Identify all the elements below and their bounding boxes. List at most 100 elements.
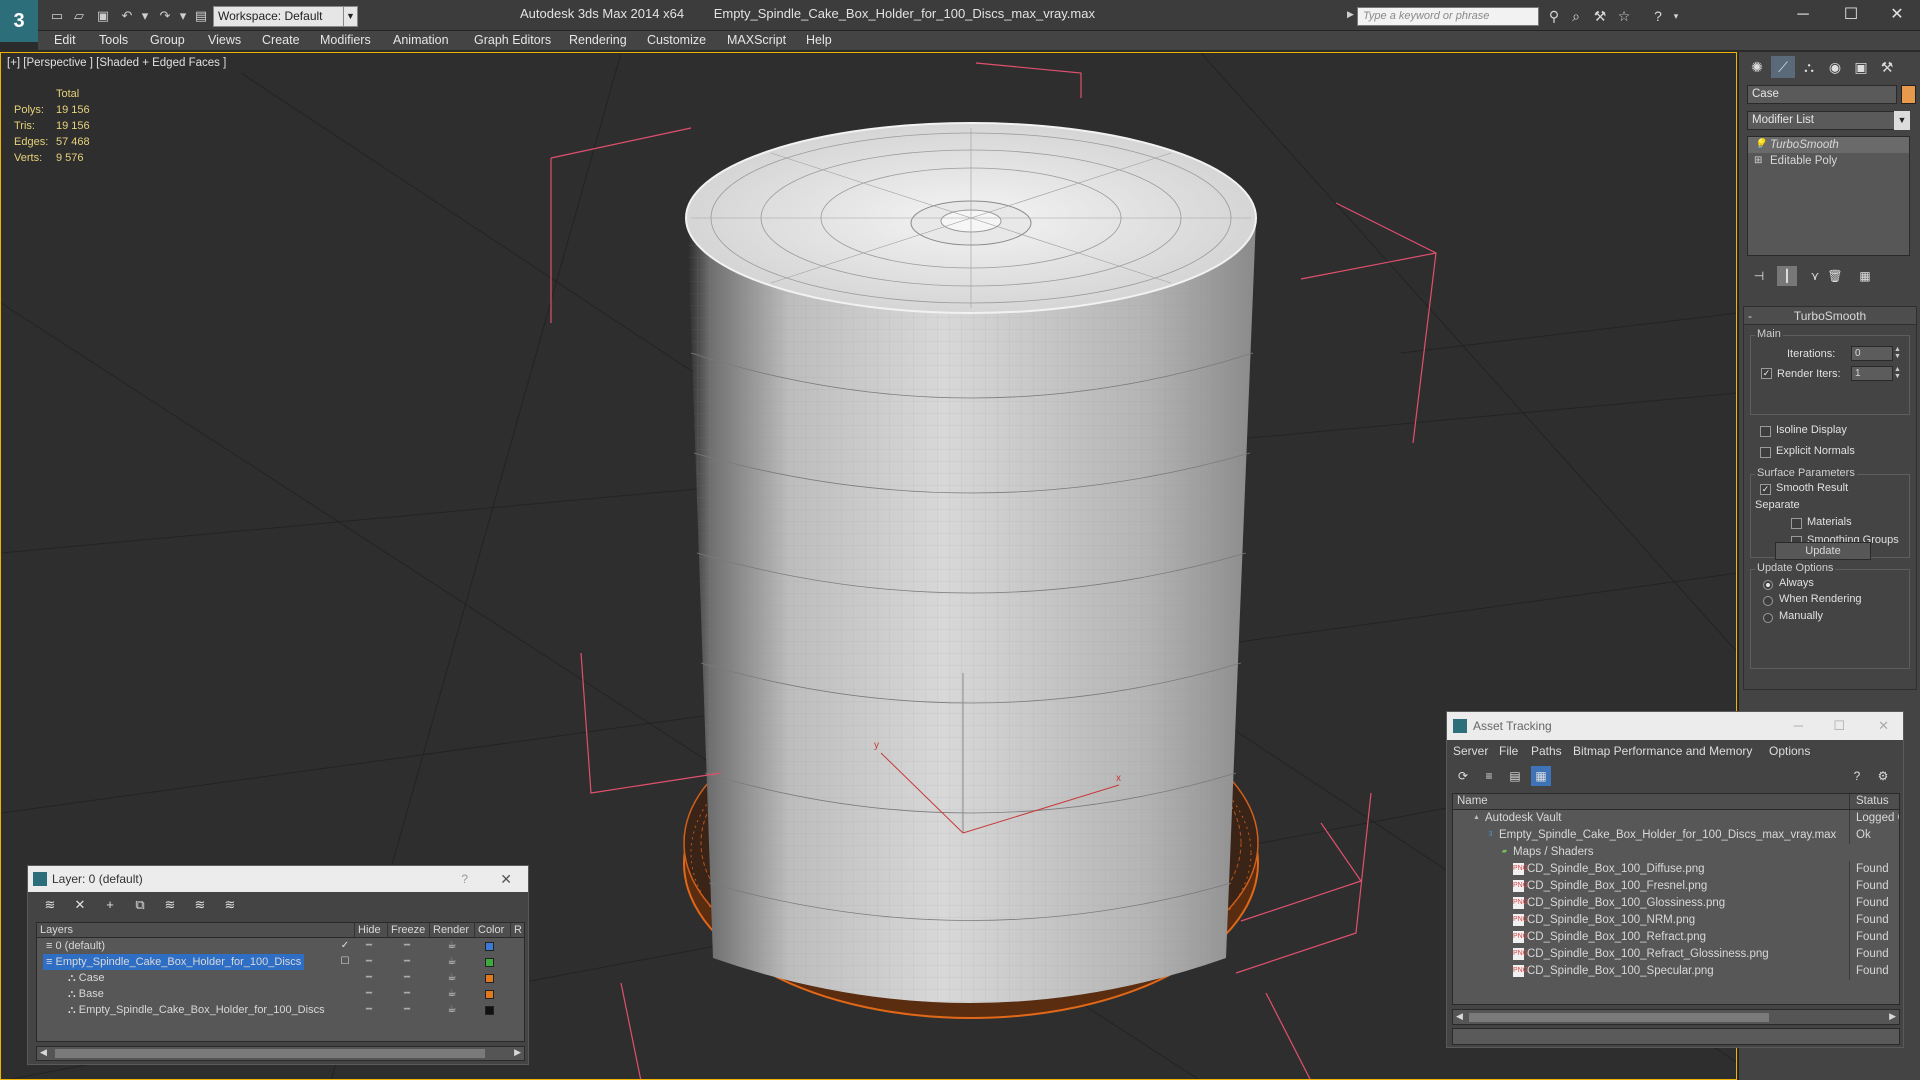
hide-toggle[interactable]: ━: [359, 954, 379, 970]
render-iters-spinner[interactable]: 1: [1851, 366, 1893, 381]
refresh-icon[interactable]: ⟳: [1453, 766, 1473, 786]
materials-checkbox[interactable]: [1791, 518, 1802, 529]
app-logo-icon[interactable]: 3: [0, 0, 38, 42]
modify-tab-icon[interactable]: ⟋: [1771, 56, 1795, 78]
menu-maxscript[interactable]: MAXScript: [727, 33, 786, 47]
column-header[interactable]: Freeze: [387, 923, 425, 937]
active-layer-mark[interactable]: ✓: [335, 938, 355, 954]
layer-color-swatch[interactable]: [485, 1006, 494, 1015]
close-icon[interactable]: ✕: [1874, 0, 1920, 30]
menu-animation[interactable]: Animation: [393, 33, 449, 47]
column-header[interactable]: Color: [474, 923, 504, 937]
spinner-arrows-icon[interactable]: ▲ ▼: [1894, 366, 1901, 380]
render-teapot-icon[interactable]: ☕: [442, 1002, 462, 1018]
viewport-label[interactable]: [+] [Perspective ] [Shaded + Edged Faces…: [7, 57, 226, 69]
chevron-down-icon[interactable]: ▼: [1894, 111, 1910, 130]
save-file-icon[interactable]: ▣: [94, 7, 112, 25]
render-teapot-icon[interactable]: ☕: [442, 986, 462, 1002]
hide-all-icon[interactable]: ≋: [190, 896, 210, 914]
menu-edit[interactable]: Edit: [54, 33, 76, 47]
layer-color-swatch[interactable]: [485, 942, 494, 951]
rollout-header[interactable]: - TurboSmooth: [1744, 307, 1916, 325]
horizontal-scrollbar[interactable]: ◀ ▶: [1452, 1009, 1900, 1025]
menu-help[interactable]: Help: [806, 33, 832, 47]
scroll-left-icon[interactable]: ◀: [1456, 1011, 1463, 1022]
list-view-icon[interactable]: ≡: [1479, 766, 1499, 786]
search-input[interactable]: Type a keyword or phrase: [1357, 7, 1539, 26]
table-view-icon[interactable]: ▤: [1505, 766, 1525, 786]
help-icon[interactable]: ?: [1648, 7, 1668, 25]
pin-stack-icon[interactable]: ⊣: [1749, 266, 1769, 286]
new-file-icon[interactable]: ▭: [48, 7, 66, 25]
asset-row[interactable]: PNGCD_Spindle_Box_100_Refract_Glossiness…: [1453, 946, 1899, 963]
grid-view-icon[interactable]: ▦: [1531, 766, 1551, 786]
layer-color-swatch[interactable]: [485, 990, 494, 999]
manually-radio[interactable]: [1763, 613, 1773, 623]
when-rendering-radio[interactable]: [1763, 596, 1773, 606]
asset-row[interactable]: PNGCD_Spindle_Box_100_Refract.png Found: [1453, 929, 1899, 946]
freeze-toggle[interactable]: ━: [397, 938, 417, 954]
hide-toggle[interactable]: ━: [359, 938, 379, 954]
menu-customize[interactable]: Customize: [647, 33, 706, 47]
redo-icon[interactable]: ↷: [156, 7, 174, 25]
render-teapot-icon[interactable]: ☕: [442, 954, 462, 970]
minimize-icon[interactable]: ─: [1780, 0, 1826, 30]
delete-layer-icon[interactable]: ✕: [70, 896, 90, 914]
motion-tab-icon[interactable]: ◉: [1823, 56, 1847, 78]
display-tab-icon[interactable]: ▣: [1849, 56, 1873, 78]
workspace-select[interactable]: Workspace: Default ▼: [213, 6, 358, 27]
always-radio[interactable]: [1763, 580, 1773, 590]
undo-icon[interactable]: ↶: [118, 7, 136, 25]
column-header-status[interactable]: Status: [1849, 794, 1889, 809]
asset-row[interactable]: PNGCD_Spindle_Box_100_Glossiness.png Foun…: [1453, 895, 1899, 912]
menu-graph-editors[interactable]: Graph Editors: [474, 33, 551, 47]
show-end-result-icon[interactable]: ┃: [1777, 266, 1797, 286]
layer-color-swatch[interactable]: [485, 974, 494, 983]
asset-menu-bitmap-performance[interactable]: Bitmap Performance and Memory: [1573, 744, 1752, 758]
modifier-list-dropdown[interactable]: Modifier List: [1747, 111, 1910, 130]
dialog-title-bar[interactable]: Asset Tracking ─ ☐ ✕: [1447, 712, 1903, 740]
hide-toggle[interactable]: ━: [359, 986, 379, 1002]
freeze-toggle[interactable]: ━: [397, 1002, 417, 1018]
column-header[interactable]: Layers: [37, 923, 73, 937]
asset-menu-server[interactable]: Server: [1453, 744, 1488, 758]
scroll-right-icon[interactable]: ▶: [514, 1047, 521, 1058]
render-teapot-icon[interactable]: ☕: [442, 970, 462, 986]
freeze-all-icon[interactable]: ≋: [220, 896, 240, 914]
make-unique-icon[interactable]: ⋎: [1805, 266, 1825, 286]
render-iters-checkbox[interactable]: ✓: [1761, 368, 1772, 379]
remove-modifier-icon[interactable]: 🗑: [1825, 266, 1845, 286]
hierarchy-tab-icon[interactable]: ⛬: [1797, 56, 1821, 78]
create-layer-icon[interactable]: ≋: [40, 896, 60, 914]
layer-row[interactable]: ⛬ Base ━ ━ ☕: [37, 986, 524, 1002]
hide-toggle[interactable]: ━: [359, 970, 379, 986]
search-expand-icon[interactable]: ▶: [1347, 9, 1354, 20]
column-header[interactable]: R: [510, 923, 522, 937]
collapse-icon[interactable]: -: [1748, 307, 1752, 325]
spinner-arrows-icon[interactable]: ▲ ▼: [1894, 346, 1901, 360]
chevron-down-icon[interactable]: ▼: [343, 7, 357, 26]
scroll-right-icon[interactable]: ▶: [1889, 1011, 1896, 1022]
settings-icon[interactable]: ⚙: [1873, 766, 1893, 786]
asset-menu-paths[interactable]: Paths: [1531, 744, 1562, 758]
column-header-name[interactable]: Name: [1457, 794, 1488, 809]
asset-row[interactable]: ▰ Maps / Shaders: [1453, 844, 1899, 861]
menu-views[interactable]: Views: [208, 33, 241, 47]
redo-dropdown-icon[interactable]: ▾: [174, 7, 192, 25]
maximize-icon[interactable]: ☐: [1833, 712, 1845, 740]
render-teapot-icon[interactable]: ☕: [442, 938, 462, 954]
help-icon[interactable]: ?: [1847, 766, 1867, 786]
select-objects-icon[interactable]: ⧉: [130, 896, 150, 914]
open-file-icon[interactable]: ▱: [70, 7, 88, 25]
asset-menu-file[interactable]: File: [1499, 744, 1518, 758]
stack-item-editable-poly[interactable]: ⊞ Editable Poly: [1748, 153, 1909, 169]
freeze-toggle[interactable]: ━: [397, 986, 417, 1002]
menu-group[interactable]: Group: [150, 33, 185, 47]
maximize-icon[interactable]: ☐: [1828, 0, 1874, 30]
scroll-left-icon[interactable]: ◀: [40, 1047, 47, 1058]
minimize-icon[interactable]: ─: [1794, 712, 1803, 740]
update-button[interactable]: Update: [1775, 542, 1871, 560]
asset-row[interactable]: PNGCD_Spindle_Box_100_NRM.png Found: [1453, 912, 1899, 929]
undo-dropdown-icon[interactable]: ▾: [136, 7, 154, 25]
close-icon[interactable]: ✕: [500, 866, 512, 892]
